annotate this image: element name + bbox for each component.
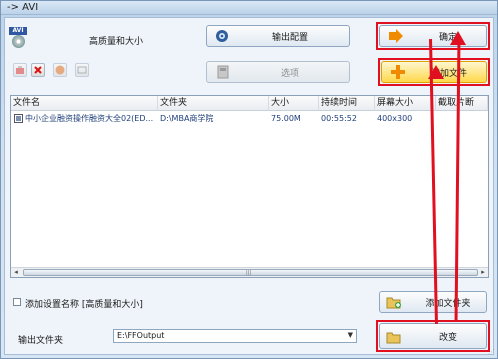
chevron-down-icon[interactable]: ▼ bbox=[348, 331, 353, 339]
title-bar: -> AVI bbox=[1, 1, 497, 15]
avi-badge-label: AVI bbox=[9, 27, 27, 35]
options-icon bbox=[217, 65, 229, 79]
append-setting-label: 添加设置名称 [高质量和大小] bbox=[25, 300, 143, 310]
options-label: 选项 bbox=[280, 68, 299, 79]
output-config-button[interactable]: 输出配置 bbox=[206, 25, 350, 47]
horizontal-scrollbar[interactable]: ◂ ||| ▸ bbox=[11, 267, 488, 277]
table-row[interactable]: 中小企业融资操作融资大全02(ED... D:\MBA商学院 75.00M 00… bbox=[11, 112, 488, 125]
output-folder-label: 输出文件夹 bbox=[18, 336, 64, 346]
confirm-highlight-box bbox=[376, 22, 490, 50]
cell-clip bbox=[436, 112, 488, 125]
append-setting-checkbox[interactable] bbox=[13, 298, 21, 306]
output-folder-value: E:\FFOutput bbox=[117, 331, 165, 340]
remove-icon[interactable] bbox=[31, 63, 45, 77]
add-folder-label: 添加文件夹 bbox=[425, 298, 471, 309]
column-header-clip[interactable]: 截取片断 bbox=[436, 96, 488, 111]
disc-icon bbox=[12, 35, 25, 48]
cell-size: 75.00M bbox=[271, 114, 301, 123]
column-header-size[interactable]: 大小 bbox=[269, 96, 319, 111]
column-header-screen-size[interactable]: 屏幕大小 bbox=[375, 96, 436, 111]
annotation-arrowhead-2 bbox=[450, 31, 466, 45]
scroll-right-arrow-icon[interactable]: ▸ bbox=[478, 268, 488, 277]
cell-duration: 00:55:52 bbox=[321, 114, 357, 123]
cell-screen-size: 400x300 bbox=[377, 114, 413, 123]
resize-grip-icon[interactable]: ⋰ bbox=[488, 348, 495, 356]
add-folder-button[interactable]: 添加文件夹 bbox=[379, 291, 487, 313]
config-icon bbox=[216, 30, 228, 42]
window-title: -> AVI bbox=[7, 2, 39, 13]
converter-window: -> AVI AVI 高质量和大小 输出配置 确定 选项 添加文件 文件名 文件… bbox=[0, 0, 498, 359]
add-folder-icon bbox=[386, 297, 401, 309]
column-header-duration[interactable]: 持续时间 bbox=[319, 96, 375, 111]
annotation-arrowhead-1 bbox=[428, 65, 444, 79]
output-folder-select[interactable]: E:\FFOutput ▼ bbox=[113, 329, 357, 343]
play-icon[interactable] bbox=[53, 63, 67, 77]
file-list-table[interactable]: 文件名 文件夹 大小 持续时间 屏幕大小 截取片断 中小企业融资操作融资大全02… bbox=[10, 95, 489, 278]
options-button[interactable]: 选项 bbox=[206, 61, 350, 83]
table-header: 文件名 文件夹 大小 持续时间 屏幕大小 截取片断 bbox=[11, 96, 488, 111]
quality-profile-label: 高质量和大小 bbox=[89, 37, 144, 47]
column-header-folder[interactable]: 文件夹 bbox=[158, 96, 269, 111]
grip-icon: ||| bbox=[246, 270, 252, 276]
add-item-icon[interactable] bbox=[13, 63, 27, 77]
avi-format-icon: AVI bbox=[9, 27, 27, 48]
cell-folder: D:\MBA商学院 bbox=[160, 114, 214, 123]
output-config-label: 输出配置 bbox=[271, 32, 308, 43]
column-header-filename[interactable]: 文件名 bbox=[11, 96, 158, 111]
scrollbar-thumb[interactable]: ||| bbox=[23, 269, 478, 276]
clear-list-icon[interactable] bbox=[75, 63, 89, 77]
change-highlight-box bbox=[376, 320, 490, 352]
scroll-left-arrow-icon[interactable]: ◂ bbox=[11, 268, 21, 277]
cell-filename: 中小企业融资操作融资大全02(ED... bbox=[25, 114, 154, 123]
video-file-icon bbox=[14, 114, 23, 123]
